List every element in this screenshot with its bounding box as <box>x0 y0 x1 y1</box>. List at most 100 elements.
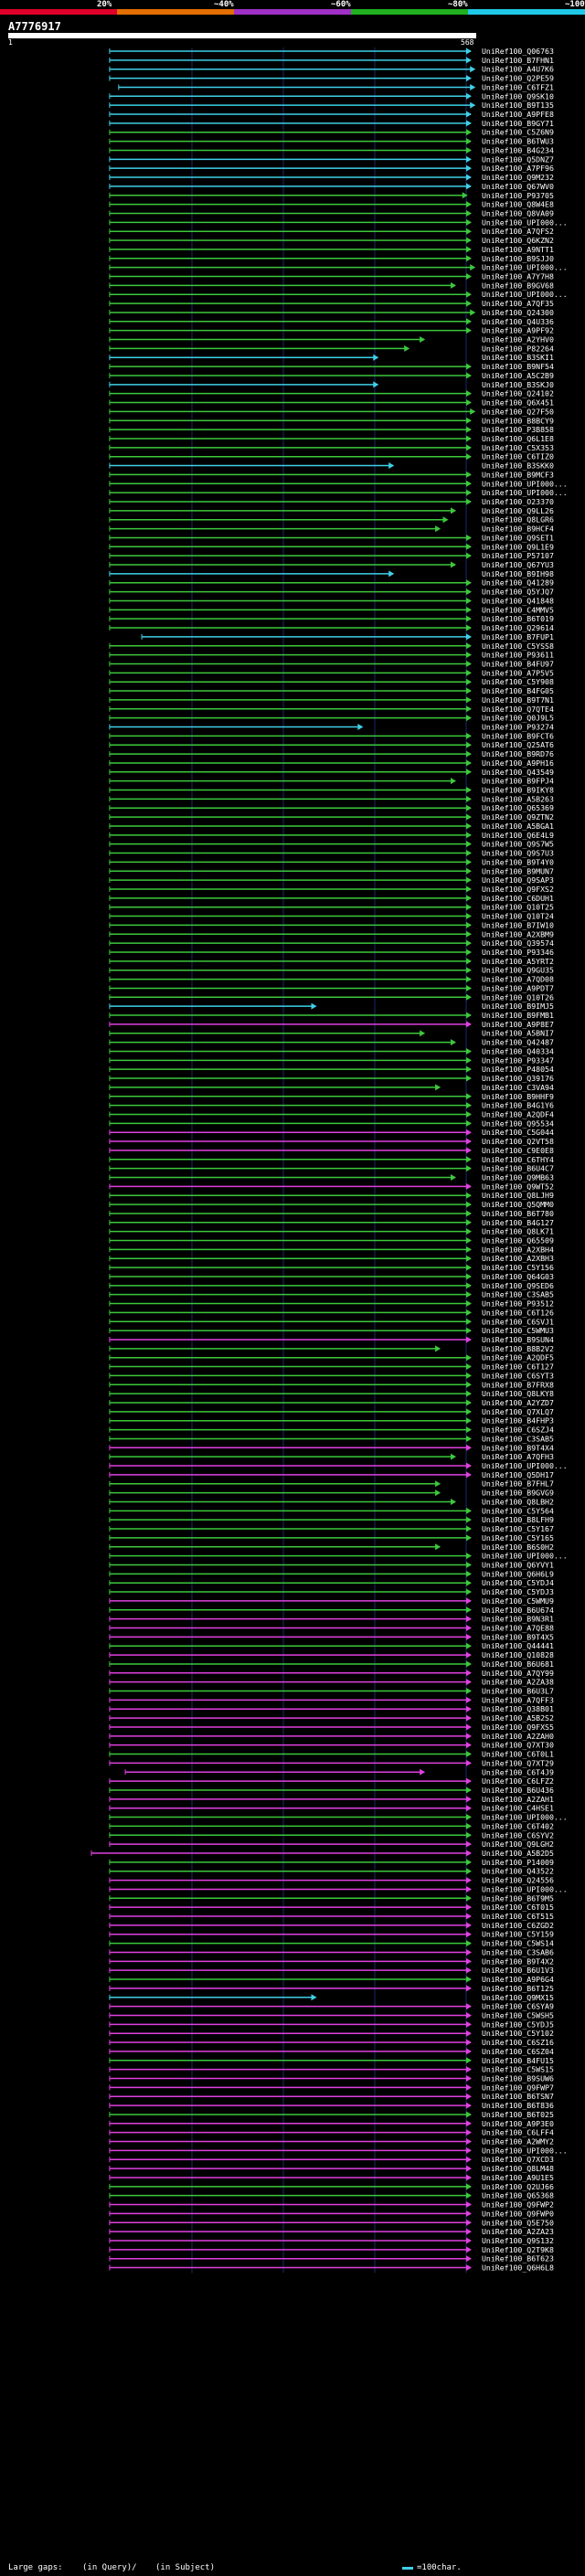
hit-end-arrow <box>465 2210 472 2217</box>
hit-end-arrow <box>465 155 472 163</box>
hit-end-arrow <box>465 1444 472 1451</box>
hit-end-arrow <box>465 867 472 875</box>
hit-end-arrow <box>465 1588 472 1595</box>
hit-label: UniRef100_B3SKK0 <box>482 461 554 471</box>
hit-label: UniRef100_B9GV68 <box>482 281 554 290</box>
hit-end-arrow <box>465 769 472 776</box>
hit-end-arrow <box>465 1894 472 1902</box>
hit-end-arrow <box>465 1110 472 1118</box>
hit-end-arrow <box>465 2174 472 2181</box>
hit-label: UniRef100_Q9LGH2 <box>482 1839 554 1849</box>
hit-end-arrow <box>465 552 472 559</box>
hit-label: UniRef100_B6T025 <box>482 2110 554 2119</box>
hit-label: UniRef100_B9T135 <box>482 101 554 110</box>
hit-end-arrow <box>470 309 476 316</box>
hit-end-arrow <box>465 1228 472 1235</box>
hit-label: UniRef100_Q9FWP0 <box>482 2209 554 2218</box>
hit-label: UniRef100_Q9FXS2 <box>482 885 554 894</box>
hit-end-arrow <box>465 2030 472 2037</box>
hit-end-arrow <box>465 1354 472 1362</box>
hit-label: UniRef100_Q39574 <box>482 938 554 948</box>
hit-end-arrow <box>465 660 472 667</box>
hit-label: UniRef100_B9T4X4 <box>482 1443 554 1452</box>
hit-end-arrow <box>465 579 472 587</box>
hit-label: UniRef100_B9T7N1 <box>482 695 554 705</box>
hit-label: UniRef100_Q9SET1 <box>482 533 554 542</box>
hit-label: UniRef100_C3SAB6 <box>482 1947 554 1956</box>
hit-end-arrow <box>465 1182 472 1190</box>
hit-label: UniRef100_A5B263 <box>482 794 554 803</box>
hit-label: UniRef100_Q8LM48 <box>482 2164 554 2173</box>
hit-end-arrow <box>465 885 472 893</box>
hit-end-arrow <box>465 390 472 398</box>
hit-label: UniRef100_C3VA94 <box>482 1083 554 1092</box>
hit-end-arrow <box>465 2093 472 2100</box>
hit-end-arrow <box>465 417 472 424</box>
hit-label: UniRef100_B9IKY8 <box>482 786 554 795</box>
hit-label: UniRef100_B6U681 <box>482 1659 554 1669</box>
scale-bar-icon <box>402 2567 413 2570</box>
hit-label: UniRef100_B9MUN7 <box>482 866 554 875</box>
hit-label: UniRef100_P3B858 <box>482 425 554 434</box>
hit-label: UniRef100_A5B2D5 <box>482 1849 554 1858</box>
hit-end-arrow <box>465 1138 472 1145</box>
hit-label: UniRef100_B4FHP3 <box>482 1416 554 1426</box>
hit-label: UniRef100_Q4U336 <box>482 317 554 326</box>
hit-end-arrow <box>465 2264 472 2272</box>
hit-end-arrow <box>465 1327 472 1334</box>
hit-end-arrow <box>465 615 472 622</box>
hit-label: UniRef100_B3SKJ0 <box>482 380 554 389</box>
hit-end-arrow <box>465 1390 472 1397</box>
hit-label: UniRef100_A7QF35 <box>482 299 554 308</box>
hit-label: UniRef100_Q9WT52 <box>482 1182 554 1191</box>
hit-label: UniRef100_B9GY71 <box>482 119 554 128</box>
hit-end-arrow <box>465 1363 472 1371</box>
hit-label: UniRef100_B9RD76 <box>482 749 554 758</box>
hit-label: UniRef100_A7Y7H8 <box>482 272 554 281</box>
hit-label: UniRef100_B4G1Y6 <box>482 1101 554 1110</box>
hit-end-arrow <box>465 1192 472 1199</box>
hit-end-arrow <box>465 1102 472 1109</box>
hit-label: UniRef100_A7PF96 <box>482 164 554 173</box>
hit-label: UniRef100_B9N3R1 <box>482 1615 554 1624</box>
hit-end-arrow <box>465 2183 472 2190</box>
hit-end-arrow <box>465 453 472 461</box>
hit-label: UniRef100_Q5DH17 <box>482 1470 554 1479</box>
hit-end-arrow <box>465 1597 472 1605</box>
hit-end-arrow <box>465 678 472 685</box>
hit-label: UniRef100_Q8LGR6 <box>482 515 554 525</box>
hit-end-arrow <box>465 1561 472 1568</box>
hit-label: UniRef100_A9P3E0 <box>482 2119 554 2128</box>
hit-end-arrow <box>465 1399 472 1406</box>
hit-end-arrow <box>465 2020 472 2028</box>
hit-end-arrow <box>465 1679 472 1686</box>
hit-end-arrow <box>465 1903 472 1911</box>
hit-label: UniRef100_UPI000... <box>482 1884 568 1893</box>
hit-end-arrow <box>465 1570 472 1577</box>
hit-end-arrow <box>470 83 476 90</box>
hit-label: UniRef100_B4G127 <box>482 1218 554 1227</box>
hit-label: UniRef100_UPI000... <box>482 479 568 488</box>
hit-label: UniRef100_B9FMB1 <box>482 1011 554 1020</box>
hit-end-arrow <box>465 1516 472 1523</box>
hit-end-arrow <box>420 336 426 344</box>
hit-end-arrow <box>465 930 472 938</box>
hit-label: UniRef100_C5WS14 <box>482 1939 554 1948</box>
hit-end-arrow <box>465 1462 472 1469</box>
hit-end-arrow <box>465 399 472 407</box>
hit-end-arrow <box>373 381 379 388</box>
hit-label: UniRef100_A9PDT7 <box>482 983 554 992</box>
hit-end-arrow <box>465 652 472 659</box>
hit-end-arrow <box>465 2075 472 2082</box>
hit-label: UniRef100_Q38B01 <box>482 1704 554 1713</box>
hit-end-arrow <box>465 1976 472 1983</box>
hit-end-arrow <box>465 1255 472 1262</box>
hit-end-arrow <box>465 2147 472 2154</box>
hit-label: UniRef100_A2XBH3 <box>482 1254 554 1263</box>
hit-label: UniRef100_P93346 <box>482 948 554 957</box>
hit-end-arrow <box>465 327 472 334</box>
hit-label: UniRef100_C3SAB5 <box>482 1434 554 1443</box>
hit-end-arrow <box>465 92 472 100</box>
hit-end-arrow <box>465 1877 472 1884</box>
hit-label: UniRef100_A9PH16 <box>482 758 554 768</box>
